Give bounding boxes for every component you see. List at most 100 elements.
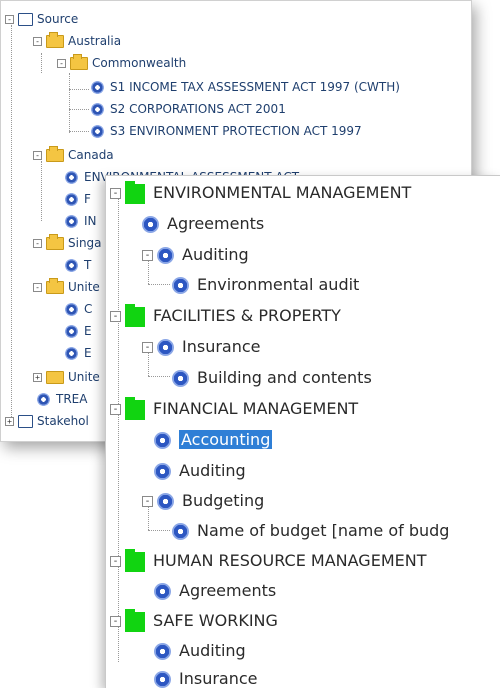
gear-icon	[65, 259, 78, 272]
tree-label: Unite	[68, 370, 100, 384]
tree-label: SAFE WORKING	[153, 611, 278, 630]
tree-item-budgeting[interactable]: - Budgeting	[142, 486, 264, 516]
gear-icon	[154, 671, 171, 688]
tree-item-e2[interactable]: E	[65, 343, 92, 363]
gear-icon	[142, 216, 159, 233]
tree-item-unite-1[interactable]: - Unite	[33, 277, 100, 297]
collapse-toggle[interactable]: -	[110, 311, 121, 322]
tree-item-s3[interactable]: S3 ENVIRONMENT PROTECTION ACT 1997	[91, 121, 362, 141]
tree-item-commonwealth[interactable]: - Commonwealth	[57, 53, 186, 73]
tree-item-financial[interactable]: - FINANCIAL MANAGEMENT	[110, 394, 358, 424]
tree-item-auditing-2[interactable]: Auditing	[154, 456, 246, 486]
collapse-toggle[interactable]: -	[110, 616, 121, 627]
green-folder-icon	[125, 396, 145, 420]
tree-label: Auditing	[182, 245, 249, 264]
tree-item-t[interactable]: T	[65, 255, 91, 275]
tree-item-agreements-1[interactable]: Agreements	[142, 209, 264, 239]
tree-item-insurance-2[interactable]: Insurance	[154, 664, 258, 688]
folder-open-icon	[46, 234, 64, 250]
gear-icon	[91, 103, 104, 116]
tree-item-agreements-2[interactable]: Agreements	[154, 576, 276, 606]
tree-label: HUMAN RESOURCE MANAGEMENT	[153, 551, 427, 570]
category-tree-panel: - ENVIRONMENTAL MANAGEMENT Agreements - Au…	[105, 175, 500, 688]
gear-icon	[154, 463, 171, 480]
tree-label: Auditing	[179, 461, 246, 480]
collapse-toggle[interactable]: -	[110, 188, 121, 199]
tree-item-unite-2[interactable]: + Unite	[33, 367, 100, 387]
folder-open-icon	[46, 32, 64, 48]
collapse-toggle[interactable]: -	[142, 250, 153, 261]
tree-label: E	[84, 346, 92, 360]
tree-label: Auditing	[179, 641, 246, 660]
tree-label: ENVIRONMENTAL MANAGEMENT	[153, 183, 412, 202]
tree-item-s1[interactable]: S1 INCOME TAX ASSESSMENT ACT 1997 (CWTH)	[91, 77, 400, 97]
tree-item-australia[interactable]: - Australia	[33, 31, 121, 51]
tree-label: E	[84, 324, 92, 338]
tree-label: IN	[84, 214, 97, 228]
collapse-toggle[interactable]: -	[110, 556, 121, 567]
collapse-toggle[interactable]: -	[33, 239, 42, 248]
tree-item-f[interactable]: F	[65, 189, 91, 209]
tree-item-trea[interactable]: TREA	[37, 389, 87, 409]
tree-label: Agreements	[167, 214, 265, 233]
tree-item-auditing-3[interactable]: Auditing	[154, 636, 246, 666]
collapse-toggle[interactable]: -	[33, 151, 42, 160]
tree-label: Insurance	[179, 669, 258, 688]
expand-toggle[interactable]: +	[5, 417, 14, 426]
tree-label: TREA	[56, 392, 88, 406]
gear-icon	[65, 325, 78, 338]
tree-label: Commonwealth	[92, 56, 187, 70]
gear-icon	[157, 247, 174, 264]
tree-item-insurance-1[interactable]: - Insurance	[142, 332, 261, 362]
gear-icon	[65, 193, 78, 206]
folder-icon	[46, 371, 64, 384]
gear-icon	[154, 432, 171, 449]
tree-label: S1 INCOME TAX ASSESSMENT ACT 1997 (CWTH)	[110, 80, 400, 94]
tree-label: FINANCIAL MANAGEMENT	[153, 399, 359, 418]
gear-icon	[65, 347, 78, 360]
tree-label: Unite	[68, 280, 100, 294]
tree-label: Name of budget [name of budg	[197, 521, 450, 540]
tree-item-source[interactable]: - Source	[5, 9, 78, 29]
gear-icon	[37, 393, 50, 406]
tree-label: Stakehol	[37, 414, 89, 428]
tree-label: FACILITIES & PROPERTY	[153, 306, 341, 325]
collapse-toggle[interactable]: -	[5, 15, 14, 24]
gear-icon	[172, 277, 189, 294]
tree-label: Singa	[68, 236, 102, 250]
tree-item-in[interactable]: IN	[65, 211, 97, 231]
collapse-toggle[interactable]: -	[142, 342, 153, 353]
tree-item-env-mgmt[interactable]: - ENVIRONMENTAL MANAGEMENT	[110, 178, 411, 208]
expand-toggle[interactable]: +	[33, 373, 42, 382]
tree-item-safe[interactable]: - SAFE WORKING	[110, 606, 278, 636]
tree-item-auditing-1[interactable]: - Auditing	[142, 240, 249, 270]
tree-item-singa[interactable]: - Singa	[33, 233, 102, 253]
tree-item-facilities[interactable]: - FACILITIES & PROPERTY	[110, 301, 341, 331]
tree-label: Source	[37, 12, 79, 26]
tree-item-env-audit[interactable]: Environmental audit	[172, 270, 359, 300]
gear-icon	[154, 643, 171, 660]
tree-item-hr[interactable]: - HUMAN RESOURCE MANAGEMENT	[110, 546, 426, 576]
tree-item-s2[interactable]: S2 CORPORATIONS ACT 2001	[91, 99, 286, 119]
gear-icon	[157, 339, 174, 356]
collapse-toggle[interactable]: -	[33, 37, 42, 46]
tree-label: Environmental audit	[197, 275, 360, 294]
green-folder-icon	[125, 608, 145, 632]
tree-item-budget-name[interactable]: Name of budget [name of budg	[172, 516, 449, 546]
gear-icon	[65, 303, 78, 316]
tree-label: Insurance	[182, 337, 261, 356]
tree-item-accounting[interactable]: Accounting	[154, 425, 273, 455]
collapse-toggle[interactable]: -	[142, 496, 153, 507]
collapse-toggle[interactable]: -	[57, 59, 66, 68]
tree-item-e1[interactable]: E	[65, 321, 92, 341]
selected-tree-label: Accounting	[179, 430, 273, 449]
folder-open-icon	[70, 54, 88, 70]
tree-label: S2 CORPORATIONS ACT 2001	[110, 102, 286, 116]
tree-item-stakehol[interactable]: + Stakehol	[5, 411, 89, 431]
tree-label: C	[84, 302, 93, 316]
collapse-toggle[interactable]: -	[110, 404, 121, 415]
tree-item-canada[interactable]: - Canada	[33, 145, 114, 165]
tree-item-c[interactable]: C	[65, 299, 92, 319]
collapse-toggle[interactable]: -	[33, 283, 42, 292]
tree-item-building[interactable]: Building and contents	[172, 363, 372, 393]
